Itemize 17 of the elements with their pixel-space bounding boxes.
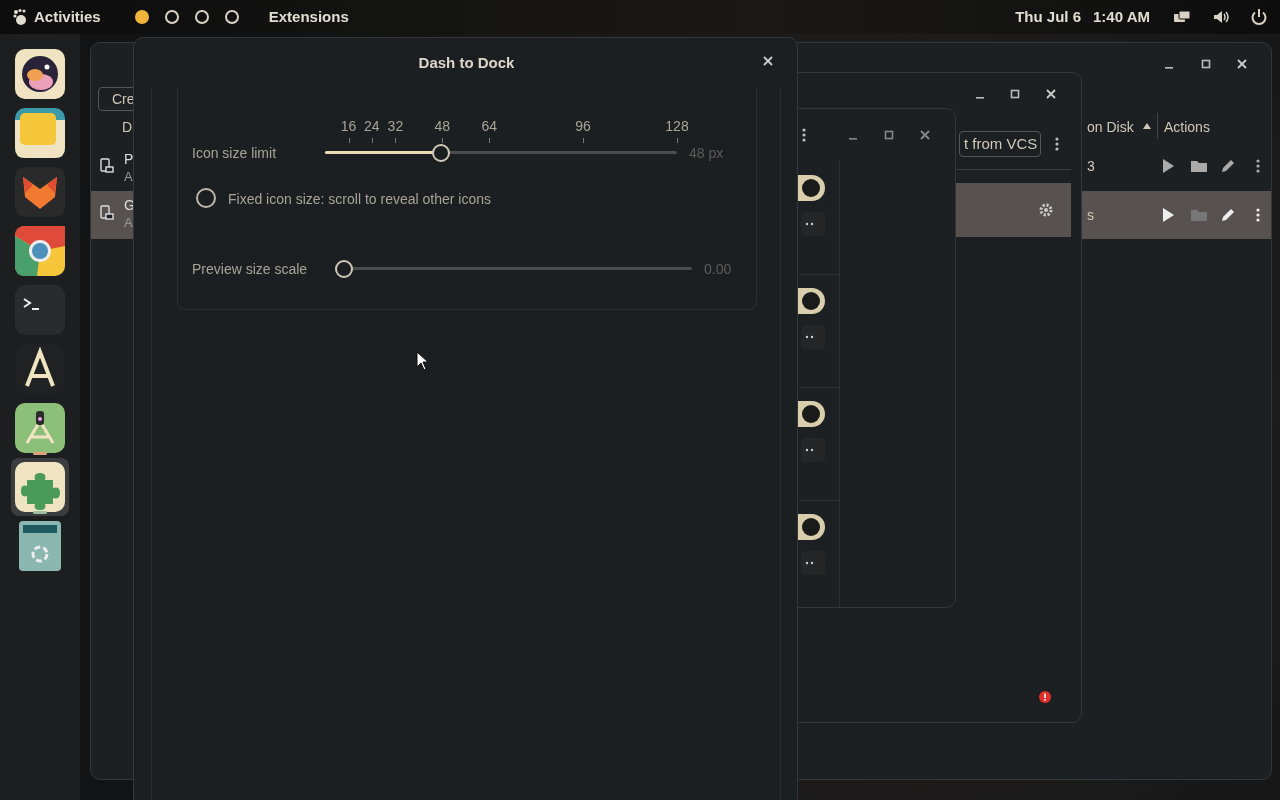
window-title: Dash to Dock (417, 53, 516, 73)
scale-mark: 96 (575, 117, 591, 136)
slider-value: 0.00 (704, 260, 732, 279)
row-subtitle: A (124, 168, 133, 186)
setting-label: Preview size scale (192, 260, 308, 279)
scale-mark: 32 (387, 117, 404, 136)
table-cell-text: 3 (1087, 157, 1095, 176)
slider-value: 48 px (689, 144, 724, 163)
scale-mark: 24 (364, 117, 380, 136)
scale-mark: 128 (665, 117, 689, 136)
scale-mark: 48 (434, 117, 450, 136)
scale-mark: 16 (340, 117, 357, 136)
setting-label: Icon size limit (192, 144, 277, 163)
row-subtitle: A (124, 214, 133, 232)
scale-mark: 64 (481, 117, 498, 136)
table-cell-text: s (1087, 206, 1094, 225)
row-title: P (124, 150, 134, 169)
